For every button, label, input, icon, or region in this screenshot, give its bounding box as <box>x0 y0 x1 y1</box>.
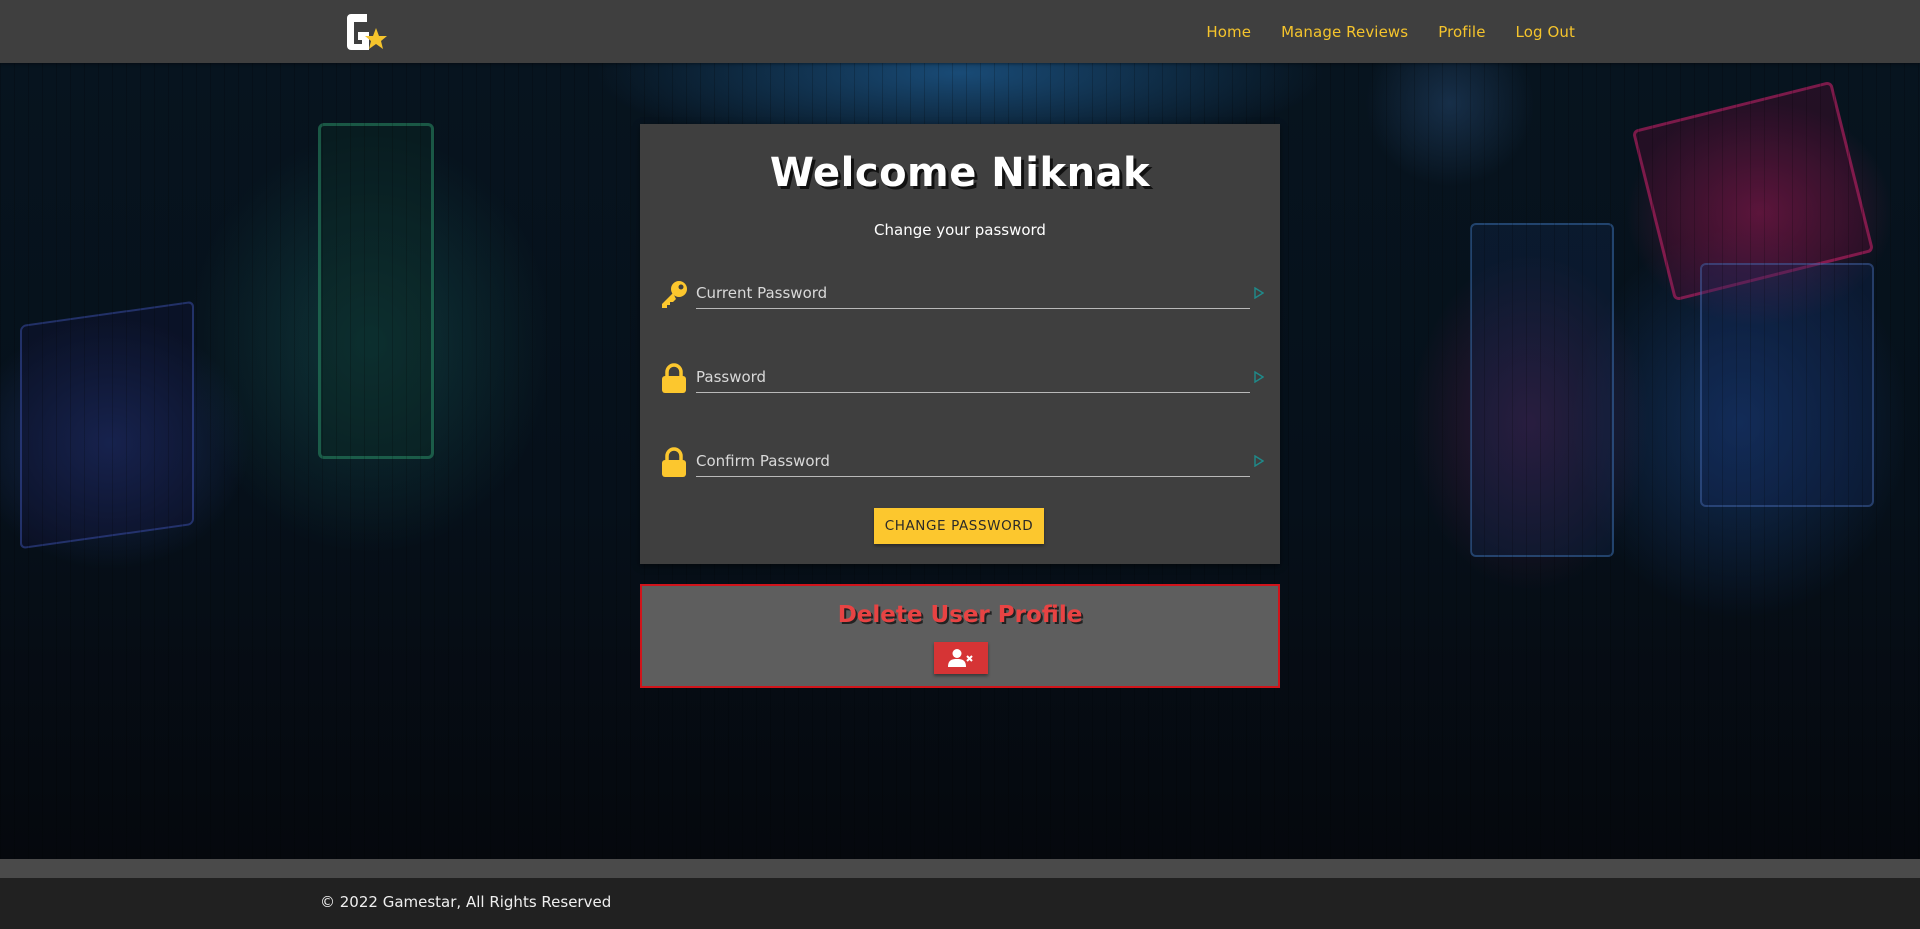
copyright-text: © 2022 Gamestar, All Rights Reserved <box>320 893 612 911</box>
change-password-panel: Welcome Niknak Change your password CHAN… <box>640 124 1280 564</box>
change-password-button[interactable]: CHANGE PASSWORD <box>874 508 1044 544</box>
page-footer: © 2022 Gamestar, All Rights Reserved <box>0 878 1920 929</box>
delete-profile-panel: Delete User Profile <box>640 584 1280 688</box>
show-password-toggle-icon[interactable] <box>1254 371 1264 383</box>
key-icon <box>662 281 687 308</box>
arcade-cabinet-graphic <box>1470 223 1614 557</box>
arcade-cabinet-graphic <box>20 300 194 550</box>
show-password-toggle-icon[interactable] <box>1254 287 1264 299</box>
arcade-cabinet-graphic <box>1700 263 1874 507</box>
current-password-field <box>658 274 1264 314</box>
lock-icon <box>662 363 686 393</box>
lock-icon <box>662 447 686 477</box>
nav-profile-link[interactable]: Profile <box>1438 23 1485 41</box>
nav-links: Home Manage Reviews Profile Log Out <box>1206 0 1575 63</box>
confirm-password-input[interactable] <box>696 446 1250 477</box>
nav-manage-reviews-link[interactable]: Manage Reviews <box>1281 23 1408 41</box>
show-password-toggle-icon[interactable] <box>1254 455 1264 467</box>
neon-sign-graphic <box>1631 80 1875 302</box>
delete-profile-heading: Delete User Profile <box>837 602 1083 628</box>
confirm-password-field <box>658 442 1264 482</box>
password-input[interactable] <box>696 362 1250 393</box>
top-navbar: Home Manage Reviews Profile Log Out <box>0 0 1920 63</box>
password-field <box>658 358 1264 398</box>
gamestar-logo-icon[interactable] <box>343 10 391 58</box>
change-password-subtitle: Change your password <box>874 221 1046 239</box>
nav-home-link[interactable]: Home <box>1206 23 1251 41</box>
delete-profile-button[interactable] <box>934 642 988 674</box>
footer-divider-band <box>0 859 1920 878</box>
arcade-cabinet-graphic <box>318 123 434 459</box>
current-password-input[interactable] <box>696 278 1250 309</box>
user-remove-icon <box>948 649 973 667</box>
nav-logout-link[interactable]: Log Out <box>1516 23 1575 41</box>
welcome-heading: Welcome Niknak <box>769 150 1151 196</box>
